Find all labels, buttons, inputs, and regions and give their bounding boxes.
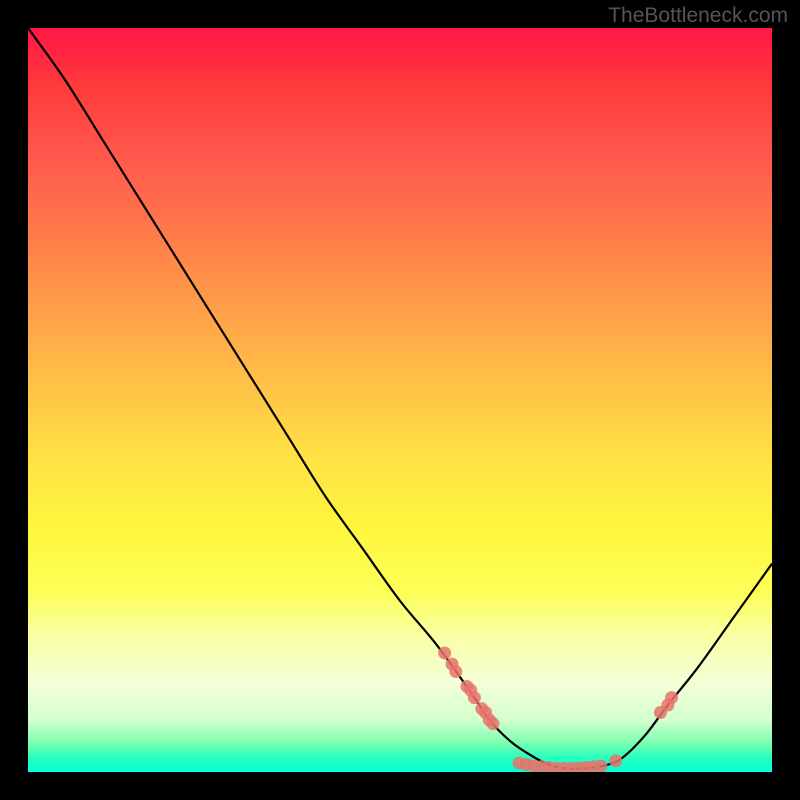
curve-marker — [438, 646, 451, 659]
curve-marker — [468, 691, 481, 704]
chart-svg — [28, 28, 772, 772]
curve-marker — [665, 691, 678, 704]
chart-plot-area — [28, 28, 772, 772]
curve-marker — [449, 665, 462, 678]
curve-marker — [487, 717, 500, 730]
watermark-text: TheBottleneck.com — [608, 4, 788, 28]
bottleneck-curve-line — [28, 28, 772, 769]
curve-marker — [594, 760, 607, 772]
curve-markers — [438, 646, 678, 772]
curve-marker — [609, 754, 622, 767]
